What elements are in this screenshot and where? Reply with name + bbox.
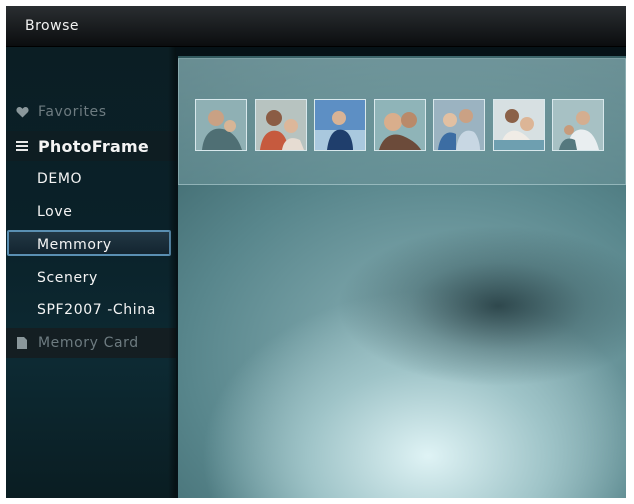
thumbnail-2[interactable] <box>255 99 307 151</box>
sidebar-item-label: Love <box>37 204 73 220</box>
sidebar-item-label: Favorites <box>38 104 107 120</box>
title-bar: Browse <box>6 6 626 47</box>
page-title: Browse <box>25 18 79 34</box>
sidebar-item-label: Memmory <box>37 237 112 253</box>
thumbnail-5[interactable] <box>433 99 485 151</box>
thumbnail-1[interactable] <box>195 99 247 151</box>
list-icon <box>15 139 29 153</box>
sidebar-item-label: SPF2007 -China <box>37 302 156 318</box>
thumbnail-4[interactable] <box>374 99 426 151</box>
sidebar-item-spf2007-china[interactable]: SPF2007 -China <box>6 295 176 325</box>
sidebar-item-scenery[interactable]: Scenery <box>6 263 176 293</box>
thumbnail-strip <box>178 58 626 185</box>
thumbnail-6[interactable] <box>493 99 545 151</box>
thumbnail-7[interactable] <box>552 99 604 151</box>
sidebar-item-demo[interactable]: DEMO <box>6 164 176 194</box>
memory-card-icon <box>15 336 29 350</box>
sidebar-item-label: Memory Card <box>38 335 139 351</box>
sidebar-item-label: Scenery <box>37 270 98 286</box>
sidebar-item-photoframe[interactable]: PhotoFrame <box>6 131 176 161</box>
thumbnail-3[interactable] <box>314 99 366 151</box>
sidebar-item-memmory[interactable]: Memmory <box>6 230 176 260</box>
preview-area <box>178 56 626 498</box>
heart-icon <box>15 105 29 119</box>
sidebar-item-memory-card[interactable]: Memory Card <box>6 328 176 358</box>
sidebar-item-label: DEMO <box>37 171 83 187</box>
sidebar-item-label: PhotoFrame <box>38 136 149 156</box>
sidebar-item-favorites[interactable]: Favorites <box>6 97 176 127</box>
sidebar: Favorites PhotoFrame DEMO Love Memmory S… <box>6 47 176 498</box>
sidebar-item-love[interactable]: Love <box>6 197 176 227</box>
photo-frame-screen: Browse Favorites PhotoFrame DEMO Love Me… <box>6 6 626 498</box>
